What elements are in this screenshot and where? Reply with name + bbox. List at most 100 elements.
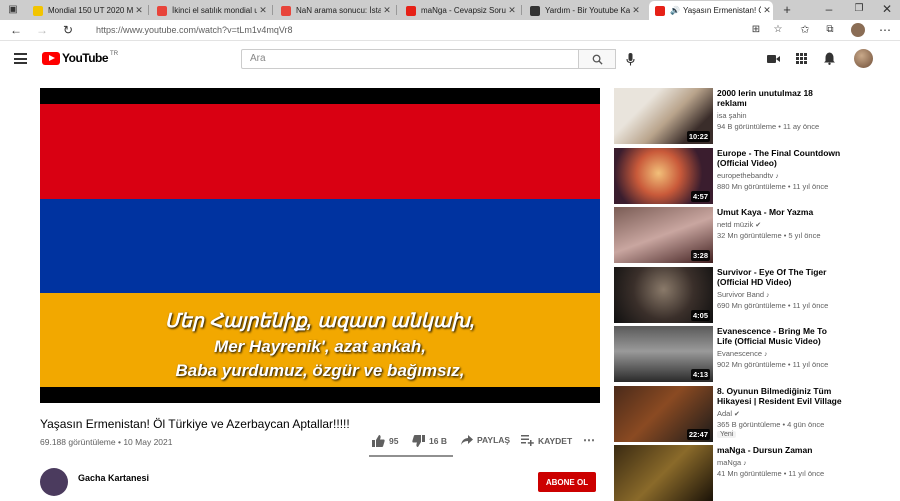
profile-avatar[interactable] xyxy=(851,23,865,37)
channel-name[interactable]: Gacha Kartanesi xyxy=(78,473,149,483)
related-video-item[interactable]: maNga - Dursun Zaman maNga ♪ 41 Mn görüntü… xyxy=(614,445,884,501)
playlist-add-icon xyxy=(521,435,534,446)
back-icon[interactable]: ← xyxy=(9,23,23,37)
tab-close-icon[interactable]: ✕ xyxy=(381,5,393,16)
tab-close-icon[interactable]: ✕ xyxy=(133,5,145,16)
related-video-title[interactable]: Europe - The Final Countdown (Official V… xyxy=(717,148,842,168)
duration-badge: 4:57 xyxy=(690,191,710,202)
related-video-channel[interactable]: Evanescence ♪ xyxy=(717,349,767,358)
subscribe-button[interactable]: ABONE OL xyxy=(538,472,596,492)
video-thumbnail[interactable]: 4:13 xyxy=(614,326,713,382)
related-video-title[interactable]: 2000 lerin unutulmaz 18 reklamı xyxy=(717,88,842,108)
flag-stripe-blue xyxy=(40,199,600,293)
channel-avatar[interactable] xyxy=(40,468,68,496)
minimize-button[interactable]: – xyxy=(822,2,836,16)
read-mode-icon[interactable]: ⊞ xyxy=(749,23,763,37)
video-thumbnail[interactable] xyxy=(614,445,713,501)
video-thumbnail[interactable]: 4:57 xyxy=(614,148,713,204)
favorites-icon[interactable]: ✩ xyxy=(798,23,812,37)
related-video-title[interactable]: maNga - Dursun Zaman xyxy=(717,445,842,455)
verified-icon: ✔ xyxy=(753,222,762,229)
apps-grid-icon[interactable] xyxy=(796,53,807,64)
tab-close-icon[interactable]: ✕ xyxy=(257,5,269,16)
tab-favicon-icon xyxy=(655,5,665,16)
related-video-channel[interactable]: isa şahin xyxy=(717,111,747,120)
browser-tab[interactable]: maNga - Cevapsiz Sorular -✕ xyxy=(400,1,518,20)
browser-tab-strip: ▣ Mondial 150 UT 2020 Mode✕İkinci el sat… xyxy=(0,0,900,20)
url-field[interactable]: https://www.youtube.com/watch?v=tLm1v4mq… xyxy=(96,23,736,38)
browser-tab[interactable]: NaN arama sonucu: İstanbu✕ xyxy=(275,1,393,20)
video-thumbnail[interactable]: 4:05 xyxy=(614,267,713,323)
related-video-meta: 41 Mn görüntüleme • 11 yıl önce xyxy=(717,469,825,478)
tab-close-icon[interactable]: ✕ xyxy=(506,5,518,16)
tab-title: maNga - Cevapsiz Sorular - xyxy=(421,6,506,15)
microphone-icon[interactable] xyxy=(626,53,635,66)
dislike-button[interactable]: 16 B xyxy=(412,435,447,447)
video-meta: 69.188 görüntüleme • 10 May 2021 xyxy=(40,437,173,447)
related-video-title[interactable]: 8. Oyunun Bilmediğiniz Tüm Hikayesi | Re… xyxy=(717,386,842,406)
related-video-title[interactable]: Umut Kaya - Mor Yazma xyxy=(717,207,842,217)
forward-icon[interactable]: → xyxy=(35,23,49,37)
browser-tab[interactable]: 🔊 Yaşasın Ermenistan! Öl ✕ xyxy=(649,1,773,20)
youtube-play-icon xyxy=(42,51,60,65)
notifications-bell-icon[interactable] xyxy=(824,52,835,65)
tab-close-icon[interactable]: ✕ xyxy=(630,5,642,16)
related-video-channel[interactable]: Adal ✔ xyxy=(717,409,740,418)
related-video-item[interactable]: 4:05 Survivor - Eye Of The Tiger (Officia… xyxy=(614,267,884,323)
save-button[interactable]: KAYDET xyxy=(521,435,572,446)
create-video-icon[interactable] xyxy=(767,54,780,64)
share-button[interactable]: PAYLAŞ xyxy=(461,435,510,445)
tab-title: İkinci el satılık mondial ut 1 xyxy=(172,6,257,15)
youtube-logo[interactable]: YouTube TR xyxy=(42,51,118,65)
search-button[interactable] xyxy=(578,49,616,69)
dislike-count: 16 B xyxy=(429,436,447,446)
browser-tab[interactable]: Yardım - Bir Youtube Kanalı✕ xyxy=(524,1,642,20)
video-thumbnail[interactable]: 10:22 xyxy=(614,88,713,144)
maximize-button[interactable]: ❐ xyxy=(852,2,866,16)
address-bar-row: ← → ↻ https://www.youtube.com/watch?v=tL… xyxy=(0,20,900,41)
video-player[interactable]: Մեր Հայրենիք, ազատ անկախ, Mer Hayrenik',… xyxy=(40,88,600,403)
lyric-line-turkish: Baba yurdumuz, özgür ve bağımsız, xyxy=(175,361,465,380)
search-input[interactable]: Ara xyxy=(241,49,579,69)
related-video-item[interactable]: 4:13 Evanescence - Bring Me To Life (Offi… xyxy=(614,326,884,382)
audio-playing-icon[interactable]: 🔊 xyxy=(670,6,680,15)
tab-actions-icon[interactable]: ▣ xyxy=(6,3,20,17)
collections-icon[interactable]: ⧉ xyxy=(823,23,837,37)
related-video-item[interactable]: 10:22 2000 lerin unutulmaz 18 reklamı isa … xyxy=(614,88,884,144)
tab-favicon-icon xyxy=(530,5,540,16)
browser-tab[interactable]: Mondial 150 UT 2020 Mode✕ xyxy=(27,1,145,20)
tab-title: Yardım - Bir Youtube Kanalı xyxy=(545,6,630,15)
browser-tab[interactable]: İkinci el satılık mondial ut 1✕ xyxy=(151,1,269,20)
more-actions-button[interactable]: ⋯ xyxy=(583,433,595,447)
related-video-channel[interactable]: maNga ♪ xyxy=(717,458,747,467)
refresh-icon[interactable]: ↻ xyxy=(61,23,75,37)
like-ratio-bar xyxy=(369,455,453,457)
related-video-item[interactable]: 4:57 Europe - The Final Countdown (Offici… xyxy=(614,148,884,204)
youtube-header: YouTube TR Ara xyxy=(0,42,900,78)
tab-favicon-icon xyxy=(33,5,43,16)
related-video-title[interactable]: Evanescence - Bring Me To Life (Official… xyxy=(717,326,842,346)
related-video-title[interactable]: Survivor - Eye Of The Tiger (Official HD… xyxy=(717,267,842,287)
search-icon xyxy=(592,54,603,65)
new-tab-button[interactable]: + xyxy=(780,3,794,17)
tab-close-icon[interactable]: ✕ xyxy=(761,5,773,16)
more-icon[interactable]: ⋯ xyxy=(878,23,892,37)
channel-label: maNga xyxy=(717,458,742,467)
related-video-channel[interactable]: Survivor Band ♪ xyxy=(717,290,770,299)
video-thumbnail[interactable]: 3:28 xyxy=(614,207,713,263)
account-avatar[interactable] xyxy=(854,49,873,68)
related-video-channel[interactable]: europethebandtv ♪ xyxy=(717,171,779,180)
lyric-line-transliteration: Mer Hayrenik', azat ankah, xyxy=(214,337,426,356)
menu-icon[interactable] xyxy=(14,53,27,64)
close-window-button[interactable]: ✕ xyxy=(880,2,894,16)
tab-title: Mondial 150 UT 2020 Mode xyxy=(48,6,133,15)
like-button[interactable]: 95 xyxy=(372,435,398,447)
related-video-item[interactable]: 22:47 8. Oyunun Bilmediğiniz Tüm Hikayesi… xyxy=(614,386,884,442)
channel-label: Survivor Band xyxy=(717,290,765,299)
related-video-channel[interactable]: netd müzik ✔ xyxy=(717,220,761,229)
music-note-icon: ♪ xyxy=(764,292,770,299)
video-thumbnail[interactable]: 22:47 xyxy=(614,386,713,442)
flag-stripe-red xyxy=(40,104,600,199)
related-video-item[interactable]: 3:28 Umut Kaya - Mor Yazma netd müzik ✔ 32 … xyxy=(614,207,884,263)
add-favorite-icon[interactable]: ☆ xyxy=(771,23,785,37)
